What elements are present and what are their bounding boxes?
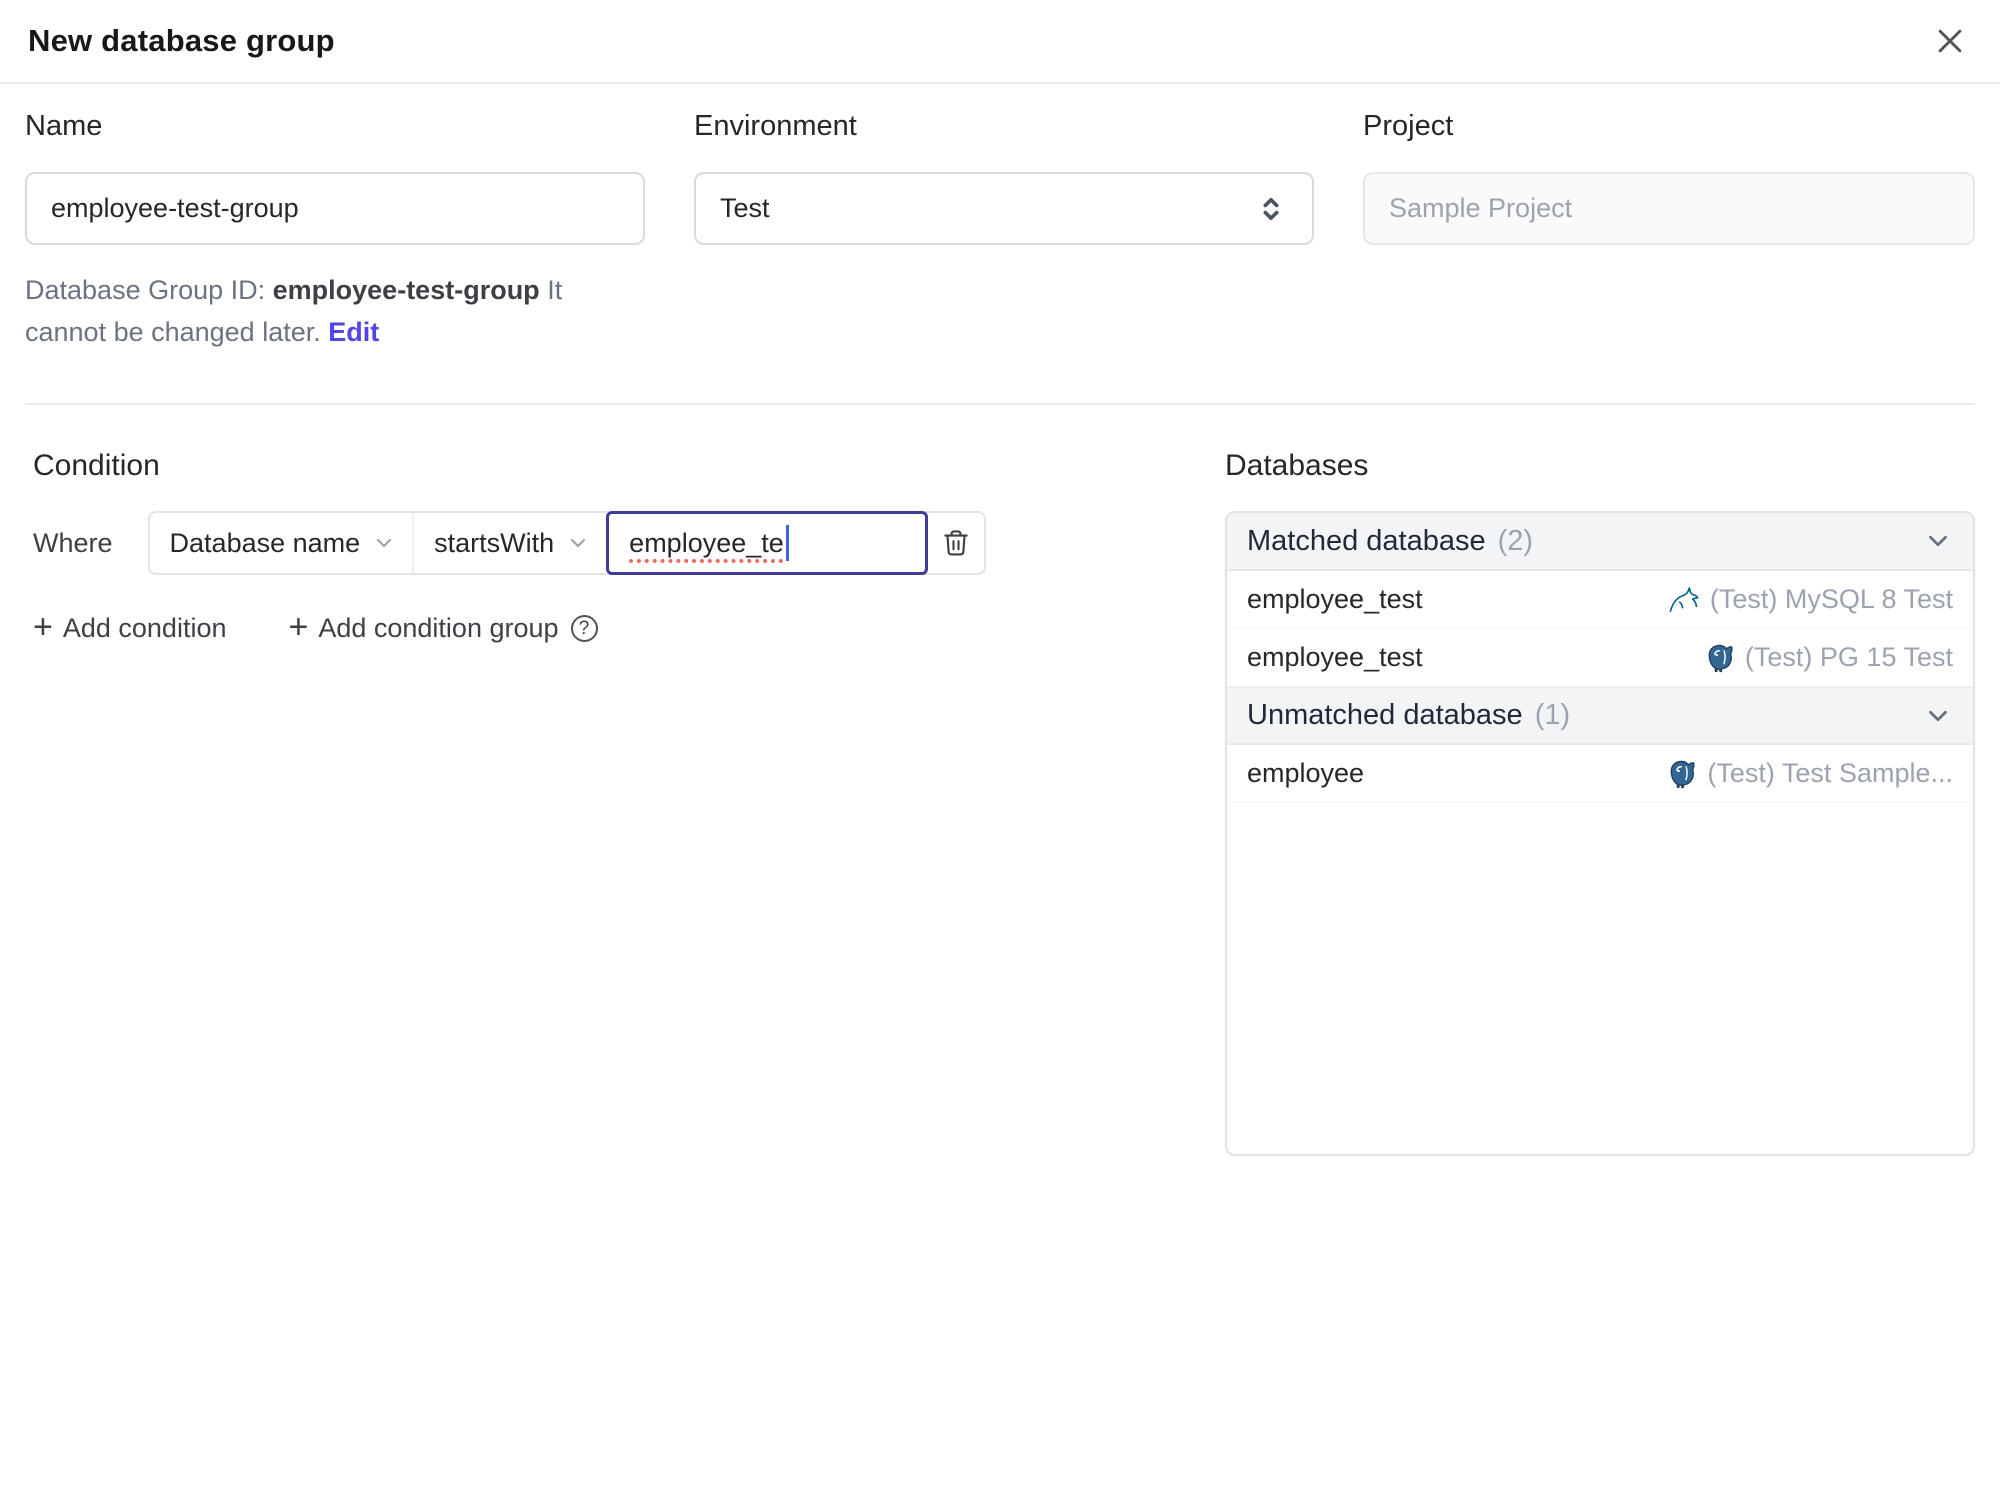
matched-database-title: Matched database bbox=[1247, 524, 1486, 557]
database-row: employee_test (Test) MySQL 8 Test bbox=[1227, 571, 1973, 629]
database-instance: (Test) PG 15 Test bbox=[1705, 642, 1953, 673]
environment-label: Environment bbox=[694, 110, 857, 142]
condition-value-text: employee_te bbox=[629, 527, 784, 558]
where-label: Where bbox=[33, 527, 113, 558]
add-condition-button[interactable]: + Add condition bbox=[33, 608, 227, 646]
condition-section: Condition Where Database name startsWith… bbox=[33, 449, 1225, 1156]
add-condition-group-label: Add condition group bbox=[318, 613, 559, 643]
project-field-group: Project bbox=[1363, 110, 1975, 353]
group-id-prefix: Database Group ID: bbox=[25, 275, 273, 305]
postgresql-icon bbox=[1667, 759, 1697, 789]
add-condition-group-button[interactable]: + Add condition group ? bbox=[288, 608, 598, 646]
dialog-body: Name Database Group ID: employee-test-gr… bbox=[0, 84, 2000, 1156]
dialog-header: New database group bbox=[0, 0, 2000, 84]
environment-select[interactable]: Test bbox=[694, 172, 1314, 245]
help-icon[interactable]: ? bbox=[570, 615, 598, 642]
plus-icon: + bbox=[288, 608, 309, 646]
database-name: employee_test bbox=[1247, 642, 1423, 672]
databases-panel: Matched database (2) employee_test (Test… bbox=[1225, 511, 1975, 1156]
matched-database-rows: employee_test (Test) MySQL 8 Test employ… bbox=[1227, 571, 1973, 687]
project-label: Project bbox=[1363, 110, 1454, 142]
unmatched-database-count: (1) bbox=[1534, 699, 1571, 731]
environment-selected-value: Test bbox=[720, 193, 770, 223]
close-button[interactable] bbox=[1928, 19, 1972, 63]
close-icon bbox=[1933, 24, 1967, 58]
unmatched-database-rows: employee (Test) Test Sample... bbox=[1227, 745, 1973, 803]
project-input bbox=[1363, 172, 1975, 245]
databases-section: Databases Matched database (2) employee_… bbox=[1225, 449, 1975, 1156]
unmatched-database-header[interactable]: Unmatched database (1) bbox=[1227, 687, 1973, 745]
instance-label: (Test) MySQL 8 Test bbox=[1709, 584, 1953, 614]
name-field-group: Name Database Group ID: employee-test-gr… bbox=[25, 110, 645, 353]
name-input[interactable] bbox=[25, 172, 645, 245]
database-name: employee_test bbox=[1247, 584, 1423, 614]
environment-field-group: Environment Test bbox=[694, 110, 1314, 353]
text-cursor bbox=[785, 525, 789, 561]
page-title: New database group bbox=[28, 23, 335, 58]
database-row: employee_test (Test) PG 15 Test bbox=[1227, 629, 1973, 687]
databases-heading: Databases bbox=[1225, 449, 1369, 482]
delete-condition-button[interactable] bbox=[928, 513, 984, 573]
matched-database-count: (2) bbox=[1497, 524, 1534, 557]
instance-label: (Test) PG 15 Test bbox=[1744, 642, 1953, 672]
database-instance: (Test) MySQL 8 Test bbox=[1668, 584, 1953, 615]
chevron-down-icon bbox=[372, 531, 396, 555]
condition-heading: Condition bbox=[33, 449, 160, 482]
matched-database-header[interactable]: Matched database (2) bbox=[1227, 513, 1973, 571]
chevron-down-icon bbox=[1923, 701, 1953, 731]
condition-row: Where Database name startsWith employee_… bbox=[33, 511, 1225, 575]
mysql-icon bbox=[1668, 585, 1700, 615]
database-instance: (Test) Test Sample... bbox=[1667, 758, 1953, 789]
edit-id-link[interactable]: Edit bbox=[328, 317, 379, 347]
database-name: employee bbox=[1247, 758, 1365, 788]
unmatched-database-title: Unmatched database bbox=[1247, 699, 1523, 731]
database-row: employee (Test) Test Sample... bbox=[1227, 745, 1973, 803]
updown-chevrons-icon bbox=[1254, 192, 1288, 226]
condition-value-input[interactable]: employee_te bbox=[606, 511, 929, 575]
group-id-hint: Database Group ID: employee-test-group I… bbox=[25, 269, 625, 353]
form-grid: Name Database Group ID: employee-test-gr… bbox=[25, 110, 1975, 353]
chevron-down-icon bbox=[566, 531, 590, 555]
add-condition-label: Add condition bbox=[62, 613, 227, 643]
condition-field-select[interactable]: Database name bbox=[150, 513, 415, 573]
postgresql-icon bbox=[1705, 643, 1735, 673]
condition-actions: + Add condition + Add condition group ? bbox=[33, 608, 1225, 646]
name-label: Name bbox=[25, 110, 103, 142]
condition-operator-select[interactable]: startsWith bbox=[414, 513, 606, 573]
chevron-down-icon bbox=[1923, 526, 1953, 556]
trash-icon bbox=[941, 528, 971, 558]
plus-icon: + bbox=[33, 608, 53, 646]
lower-section: Condition Where Database name startsWith… bbox=[25, 405, 1975, 1156]
group-id-value: employee-test-group bbox=[272, 275, 540, 305]
condition-expression-group: Database name startsWith employee_te bbox=[147, 511, 987, 575]
condition-operator-value: startsWith bbox=[434, 527, 555, 558]
instance-label: (Test) Test Sample... bbox=[1707, 758, 1953, 788]
condition-field-value: Database name bbox=[169, 527, 361, 558]
